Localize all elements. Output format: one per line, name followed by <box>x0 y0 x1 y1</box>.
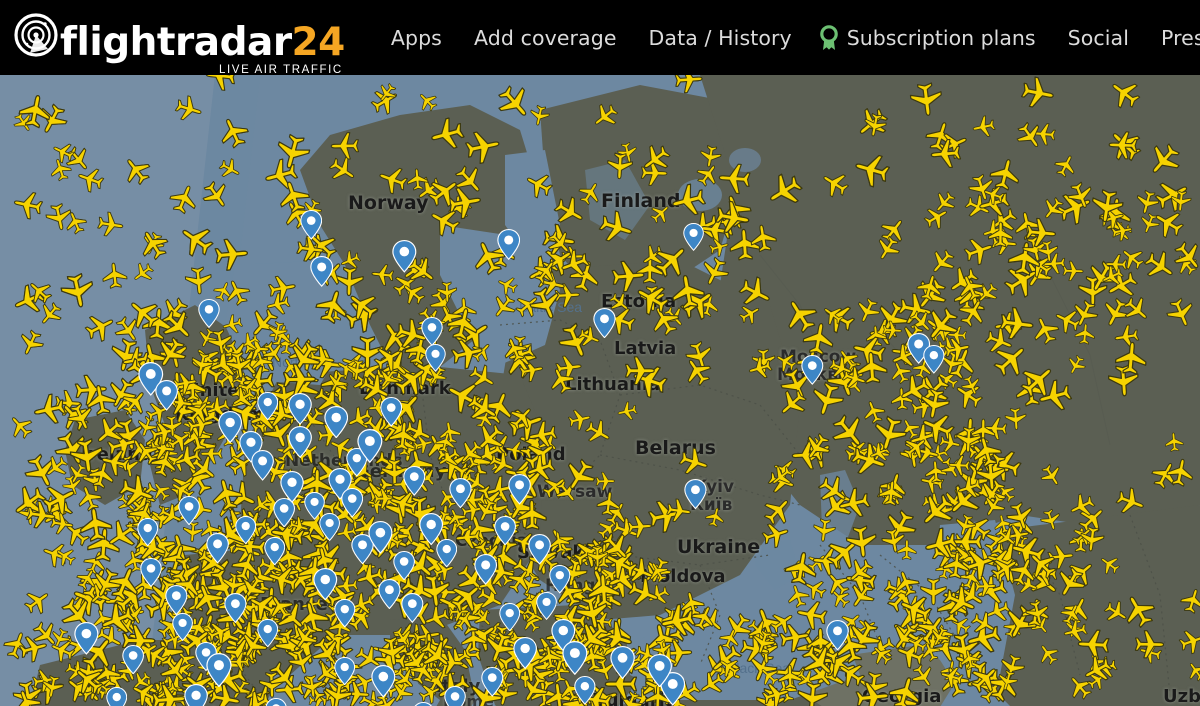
nav-item-apps[interactable]: Apps <box>375 26 458 50</box>
airport-pin[interactable] <box>403 466 426 496</box>
logo-tagline: LIVE AIR TRAFFIC <box>219 63 343 76</box>
airport-pin[interactable] <box>257 392 279 421</box>
airport-pin[interactable] <box>137 518 159 547</box>
airport-pin[interactable] <box>155 380 178 411</box>
airport-pin[interactable] <box>224 593 247 624</box>
nav-item-add-coverage[interactable]: Add coverage <box>458 26 633 50</box>
airport-pin[interactable] <box>378 579 401 610</box>
airport-pin[interactable] <box>178 496 200 526</box>
airport-pin[interactable] <box>334 657 356 686</box>
airport-pin[interactable] <box>684 479 707 510</box>
top-navigation-bar: flightradar24 LIVE AIR TRAFFIC Apps Add … <box>0 0 1200 75</box>
airport-pin[interactable] <box>393 551 415 581</box>
logo-word-main: flightradar <box>60 19 292 65</box>
airport-pin[interactable] <box>562 641 588 675</box>
airport-pin[interactable] <box>474 554 498 585</box>
airport-pin[interactable] <box>449 478 472 509</box>
award-ribbon-icon <box>819 24 838 50</box>
airport-pin[interactable] <box>683 223 704 251</box>
airport-pin[interactable] <box>392 240 417 273</box>
airport-pin[interactable] <box>251 450 274 481</box>
airport-pin[interactable] <box>257 619 279 648</box>
nav-links: Apps Add coverage Data / History Subscri… <box>375 24 1200 51</box>
airport-pin[interactable] <box>419 513 444 546</box>
live-flight-map[interactable]: Baltic Sea North Sea Black Sea Norway Fi… <box>0 75 1200 706</box>
airport-pin[interactable] <box>324 406 349 439</box>
airport-pin[interactable] <box>165 585 188 615</box>
airport-pin[interactable] <box>536 592 557 620</box>
airport-pin[interactable] <box>923 345 945 374</box>
airport-pin[interactable] <box>198 299 220 329</box>
airport-pin[interactable] <box>300 210 323 240</box>
airport-pin[interactable] <box>357 429 383 463</box>
airport-pin[interactable] <box>288 426 312 458</box>
airport-pin[interactable] <box>421 317 443 347</box>
airport-pin[interactable] <box>172 613 193 641</box>
nav-subscription-label: Subscription plans <box>846 25 1036 50</box>
airport-pin[interactable] <box>593 308 616 339</box>
airport-pin[interactable] <box>334 599 356 628</box>
airport-pin[interactable] <box>412 702 435 706</box>
airport-pin[interactable] <box>801 355 824 385</box>
airport-pin[interactable] <box>264 537 286 566</box>
airport-pin[interactable] <box>499 603 521 632</box>
airport-pin[interactable] <box>380 397 403 427</box>
airport-pin[interactable] <box>310 256 334 287</box>
airport-pin[interactable] <box>513 637 537 670</box>
airport-pin[interactable] <box>319 513 340 542</box>
radar-circle-icon <box>14 12 58 57</box>
airport-pin[interactable] <box>494 516 516 546</box>
nav-item-social[interactable]: Social <box>1052 26 1145 50</box>
nav-item-subscription-plans[interactable]: Subscription plans <box>808 24 1052 51</box>
airport-pin[interactable] <box>235 516 257 545</box>
airport-pin[interactable] <box>574 676 596 705</box>
logo-wordmark: flightradar24 <box>60 19 346 65</box>
airport-pin[interactable] <box>106 687 128 706</box>
airport-pin[interactable] <box>368 521 393 554</box>
airport-pin[interactable] <box>313 568 338 601</box>
airport-pin[interactable] <box>647 654 672 688</box>
airport-pin[interactable] <box>140 558 162 588</box>
airport-pin[interactable] <box>425 344 446 372</box>
airport-pin[interactable] <box>826 620 849 651</box>
airport-pin[interactable] <box>497 229 521 260</box>
logo-word-number: 24 <box>291 19 346 65</box>
airport-pin[interactable] <box>122 645 144 675</box>
airport-pin[interactable] <box>371 665 396 698</box>
airport-pin[interactable] <box>74 622 99 655</box>
site-logo[interactable]: flightradar24 LIVE AIR TRAFFIC <box>0 12 353 75</box>
airport-pin[interactable] <box>444 686 466 706</box>
airport-pin[interactable] <box>184 684 208 706</box>
airport-pin[interactable] <box>528 534 551 565</box>
airport-pin[interactable] <box>288 393 312 425</box>
airport-pin[interactable] <box>610 646 635 680</box>
airport-pin[interactable] <box>508 474 531 505</box>
airport-pin[interactable] <box>280 471 304 503</box>
airport-pin[interactable] <box>401 593 424 623</box>
nav-item-data-history[interactable]: Data / History <box>633 26 808 50</box>
airport-pin[interactable] <box>206 533 229 564</box>
airport-pin[interactable] <box>481 667 504 697</box>
airport-pin[interactable] <box>549 565 571 594</box>
airport-pin[interactable] <box>265 698 287 706</box>
nav-item-press[interactable]: Press <box>1145 26 1200 50</box>
airport-pin[interactable] <box>206 653 232 688</box>
airport-pin[interactable] <box>341 488 364 518</box>
airport-pin[interactable] <box>218 411 243 444</box>
